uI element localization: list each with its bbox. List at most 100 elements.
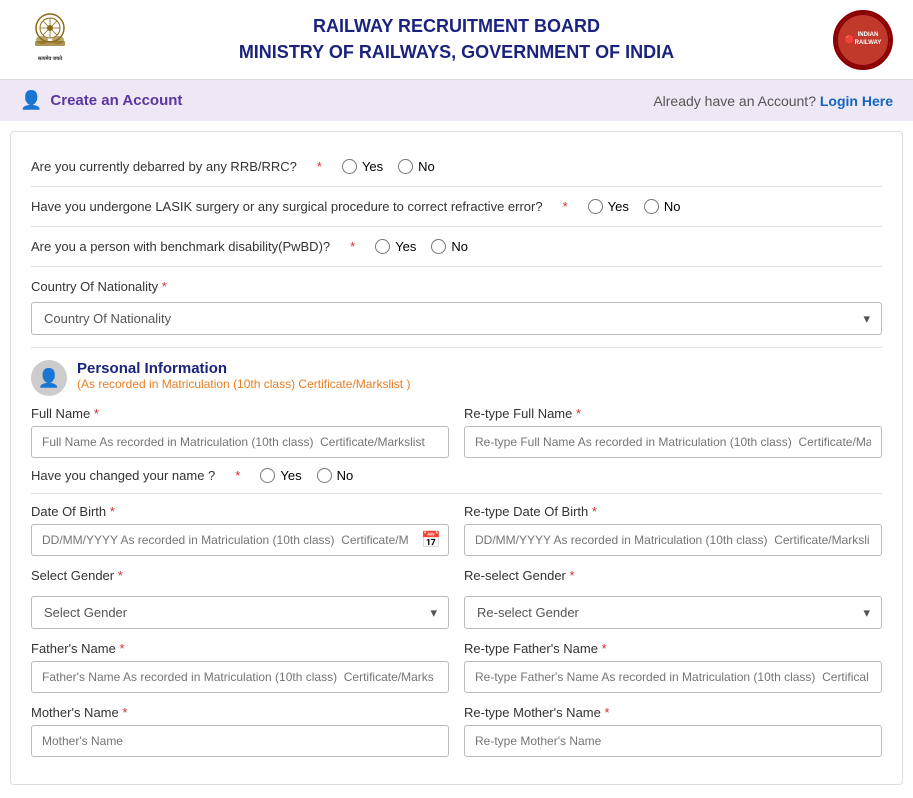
lasik-no-label: No: [664, 199, 681, 214]
ashoka-emblem-logo: सत्यमेव जयते: [20, 8, 80, 71]
reselect-gender-wrapper: Re-select Gender Male Female Other: [464, 596, 882, 629]
lasik-yes-radio[interactable]: [588, 199, 603, 214]
disability-yes-label: Yes: [395, 239, 416, 254]
retype-fathers-name-group: Re-type Father's Name *: [464, 641, 882, 693]
retype-fathers-name-input[interactable]: [464, 661, 882, 693]
debarred-no-radio[interactable]: [398, 159, 413, 174]
select-gender-wrapper: Select Gender Male Female Other: [31, 596, 449, 629]
disability-required: *: [350, 239, 355, 254]
nationality-select[interactable]: Country Of Nationality India Other: [31, 302, 882, 335]
debarred-inline: Are you currently debarred by any RRB/RR…: [31, 159, 882, 174]
changed-name-radio-group: Yes No: [260, 468, 353, 483]
disability-radio-group: Yes No: [375, 239, 468, 254]
mothers-name-group: Mother's Name *: [31, 705, 449, 757]
changed-name-inline: Have you changed your name ? * Yes No: [31, 468, 882, 483]
changed-name-no-radio[interactable]: [317, 468, 332, 483]
main-form: Are you currently debarred by any RRB/RR…: [10, 131, 903, 785]
changed-name-no-option[interactable]: No: [317, 468, 354, 483]
select-gender-select[interactable]: Select Gender Male Female Other: [31, 596, 449, 629]
disability-row: Are you a person with benchmark disabili…: [31, 227, 882, 267]
mothers-name-row: Mother's Name * Re-type Mother's Name *: [31, 705, 882, 757]
changed-name-yes-option[interactable]: Yes: [260, 468, 301, 483]
personal-info-subtitle: (As recorded in Matriculation (10th clas…: [77, 377, 410, 391]
retype-fathers-name-label: Re-type Father's Name *: [464, 641, 882, 656]
retype-dob-group: Re-type Date Of Birth *: [464, 504, 882, 556]
full-name-group: Full Name *: [31, 406, 449, 458]
retype-mothers-name-input[interactable]: [464, 725, 882, 757]
retype-mothers-name-group: Re-type Mother's Name *: [464, 705, 882, 757]
lasik-yes-label: Yes: [608, 199, 629, 214]
calendar-icon[interactable]: 📅: [421, 530, 441, 550]
retype-dob-input[interactable]: [464, 524, 882, 556]
personal-info-title-block: Personal Information (As recorded in Mat…: [77, 360, 410, 391]
mothers-name-input[interactable]: [31, 725, 449, 757]
nationality-label-row: Country Of Nationality *: [31, 279, 882, 294]
lasik-radio-group: Yes No: [588, 199, 681, 214]
disability-inline: Are you a person with benchmark disabili…: [31, 239, 882, 254]
debarred-no-option[interactable]: No: [398, 159, 435, 174]
retype-full-name-label: Re-type Full Name *: [464, 406, 882, 421]
svg-text:सत्यमेव जयते: सत्यमेव जयते: [37, 55, 63, 62]
fathers-name-row: Father's Name * Re-type Father's Name *: [31, 641, 882, 693]
login-section: Already have an Account? Login Here: [653, 93, 893, 109]
changed-name-row: Have you changed your name ? * Yes No: [31, 468, 882, 483]
disability-no-radio[interactable]: [431, 239, 446, 254]
nationality-row: Country Of Nationality * Country Of Nati…: [31, 267, 882, 348]
retype-full-name-group: Re-type Full Name *: [464, 406, 882, 458]
lasik-no-radio[interactable]: [644, 199, 659, 214]
lasik-label: Have you undergone LASIK surgery or any …: [31, 199, 543, 214]
full-name-row: Full Name * Re-type Full Name *: [31, 406, 882, 458]
disability-no-label: No: [451, 239, 468, 254]
personal-info-section: 👤 Personal Information (As recorded in M…: [31, 348, 882, 769]
changed-name-yes-radio[interactable]: [260, 468, 275, 483]
lasik-no-option[interactable]: No: [644, 199, 681, 214]
full-name-input[interactable]: [31, 426, 449, 458]
page-header: सत्यमेव जयते RAILWAY RECRUITMENT BOARD M…: [0, 0, 913, 80]
disability-yes-option[interactable]: Yes: [375, 239, 416, 254]
debarred-radio-group: Yes No: [342, 159, 435, 174]
login-here-link[interactable]: Login Here: [820, 93, 893, 109]
changed-name-required: *: [235, 468, 240, 483]
retype-dob-label: Re-type Date Of Birth *: [464, 504, 882, 519]
lasik-row: Have you undergone LASIK surgery or any …: [31, 187, 882, 227]
disability-yes-radio[interactable]: [375, 239, 390, 254]
changed-name-yes-label: Yes: [280, 468, 301, 483]
dob-input[interactable]: [31, 524, 449, 556]
debarred-yes-label: Yes: [362, 159, 383, 174]
select-gender-group: Select Gender * Select Gender Male Femal…: [31, 568, 449, 629]
nationality-label: Country Of Nationality: [31, 279, 158, 294]
changed-name-label: Have you changed your name ?: [31, 468, 215, 483]
fathers-name-input[interactable]: [31, 661, 449, 693]
full-name-label: Full Name *: [31, 406, 449, 421]
already-have-label: Already have an Account?: [653, 93, 816, 109]
lasik-yes-option[interactable]: Yes: [588, 199, 629, 214]
personal-info-header: 👤 Personal Information (As recorded in M…: [31, 360, 882, 396]
create-account-section: 👤 Create an Account: [20, 90, 182, 111]
dob-group: Date Of Birth * 📅: [31, 504, 449, 556]
rrb-logo: 🔴INDIANRAILWAY: [833, 10, 893, 70]
select-gender-label: Select Gender *: [31, 568, 449, 583]
debarred-row: Are you currently debarred by any RRB/RR…: [31, 147, 882, 187]
dob-label: Date Of Birth *: [31, 504, 449, 519]
retype-full-name-input[interactable]: [464, 426, 882, 458]
dob-input-wrapper: 📅: [31, 524, 449, 556]
retype-mothers-name-label: Re-type Mother's Name *: [464, 705, 882, 720]
lasik-required: *: [563, 199, 568, 214]
fathers-name-group: Father's Name *: [31, 641, 449, 693]
person-icon: 👤: [31, 360, 67, 396]
debarred-required: *: [317, 159, 322, 174]
debarred-yes-option[interactable]: Yes: [342, 159, 383, 174]
account-bar: 👤 Create an Account Already have an Acco…: [0, 80, 913, 121]
user-icon: 👤: [20, 90, 42, 111]
reselect-gender-select[interactable]: Re-select Gender Male Female Other: [464, 596, 882, 629]
dob-row: Date Of Birth * 📅 Re-type Date Of Birth …: [31, 504, 882, 556]
debarred-yes-radio[interactable]: [342, 159, 357, 174]
changed-name-no-label: No: [337, 468, 354, 483]
disability-no-option[interactable]: No: [431, 239, 468, 254]
header-title-line2: MINISTRY OF RAILWAYS, GOVERNMENT OF INDI…: [239, 42, 674, 62]
reselect-gender-group: Re-select Gender * Re-select Gender Male…: [464, 568, 882, 629]
debarred-no-label: No: [418, 159, 435, 174]
create-account-label: Create an Account: [50, 92, 182, 109]
nationality-select-wrapper: Country Of Nationality India Other: [31, 302, 882, 335]
header-title: RAILWAY RECRUITMENT BOARD MINISTRY OF RA…: [80, 14, 833, 64]
